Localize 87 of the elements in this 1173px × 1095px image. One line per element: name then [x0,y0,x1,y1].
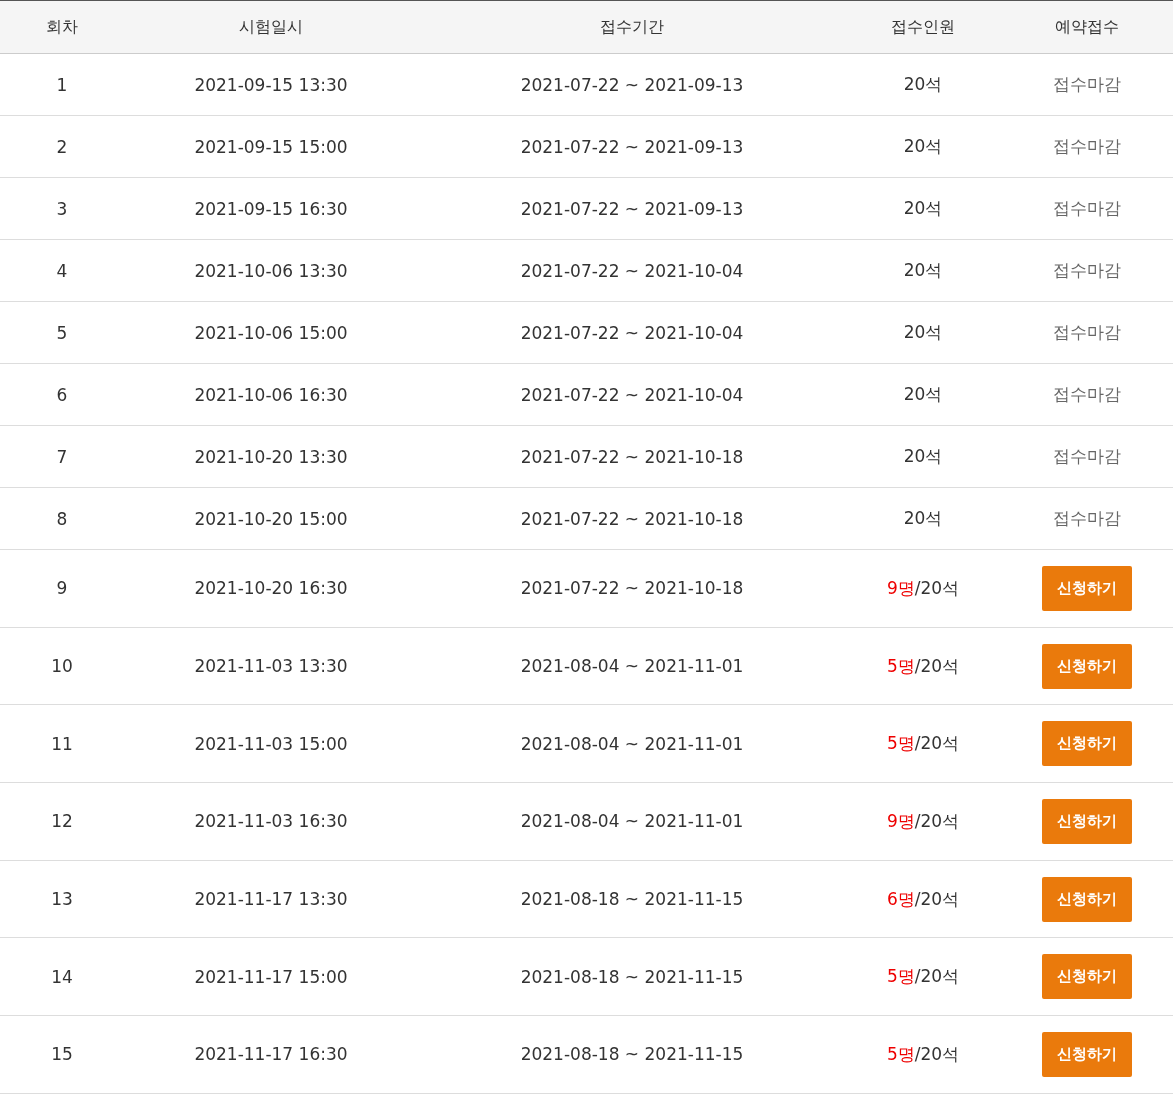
applicant-count: 6명 [886,887,915,911]
exam-datetime: 2021-10-06 13:30 [194,260,348,281]
application-period: 2021-07-22 ~ 2021-10-18 [520,446,744,467]
seat-capacity: 20석 [903,197,943,220]
application-period: 2021-08-18 ~ 2021-11-15 [520,889,744,910]
round-number: 10 [51,656,73,677]
exam-datetime: 2021-11-03 13:30 [194,656,348,677]
round-number: 4 [56,260,68,281]
application-period: 2021-08-04 ~ 2021-11-01 [520,656,744,677]
round-number: 14 [51,966,73,987]
applicant-count: 9명 [886,576,915,600]
round-number: 5 [56,322,68,343]
applicant-count: 5명 [886,965,915,989]
apply-button[interactable]: 신청하기 [1041,1031,1132,1077]
exam-datetime: 2021-11-03 15:00 [194,733,348,754]
applicant-count: 5명 [886,654,915,678]
application-period: 2021-07-22 ~ 2021-10-04 [520,260,744,281]
seat-capacity: /20석 [914,887,960,911]
round-number: 6 [56,384,68,405]
application-period: 2021-07-22 ~ 2021-09-13 [520,136,744,157]
exam-datetime: 2021-10-20 15:00 [194,508,348,529]
apply-button[interactable]: 신청하기 [1041,798,1132,844]
apply-button[interactable]: 신청하기 [1041,721,1132,767]
round-number: 3 [56,198,68,219]
closed-status: 접수마감 [1052,321,1121,344]
closed-status: 접수마감 [1052,445,1121,468]
application-period: 2021-08-04 ~ 2021-11-01 [520,811,744,832]
round-number: 2 [56,136,68,157]
round-number: 13 [51,889,73,910]
exam-datetime: 2021-10-06 15:00 [194,322,348,343]
column-header: 예약접수 [1053,15,1120,38]
exam-datetime: 2021-10-20 16:30 [194,578,348,599]
exam-datetime: 2021-11-17 13:30 [194,889,348,910]
applicant-count: 5명 [886,1042,915,1066]
seat-capacity: 20석 [903,321,943,344]
seat-capacity: /20석 [914,1042,960,1066]
closed-status: 접수마감 [1052,135,1121,158]
closed-status: 접수마감 [1052,197,1121,220]
exam-datetime: 2021-11-03 16:30 [194,811,348,832]
exam-datetime: 2021-11-17 15:00 [194,966,348,987]
seat-capacity: 20석 [903,259,943,282]
seat-capacity: /20석 [914,965,960,989]
apply-button[interactable]: 신청하기 [1041,876,1132,922]
apply-button[interactable]: 신청하기 [1041,565,1132,611]
apply-button[interactable]: 신청하기 [1041,643,1132,689]
exam-datetime: 2021-11-17 16:30 [194,1044,348,1065]
round-number: 15 [51,1044,73,1065]
column-header: 접수인원 [890,15,956,38]
closed-status: 접수마감 [1052,507,1121,530]
round-number: 1 [56,74,68,95]
round-number: 8 [56,508,68,529]
exam-datetime: 2021-10-06 16:30 [194,384,348,405]
seat-capacity: 20석 [903,383,943,406]
closed-status: 접수마감 [1052,73,1121,96]
seat-capacity: 20석 [903,73,943,96]
seat-capacity: /20석 [914,732,960,756]
seat-capacity: 20석 [903,135,943,158]
application-period: 2021-08-18 ~ 2021-11-15 [520,1044,744,1065]
column-header: 시험일시 [238,15,304,38]
applicant-count: 9명 [886,809,915,833]
seat-capacity: /20석 [914,654,960,678]
application-period: 2021-08-04 ~ 2021-11-01 [520,733,744,754]
exam-datetime: 2021-09-15 16:30 [194,198,348,219]
round-number: 11 [51,733,73,754]
exam-datetime: 2021-09-15 13:30 [194,74,348,95]
application-period: 2021-07-22 ~ 2021-10-04 [520,384,744,405]
application-period: 2021-07-22 ~ 2021-09-13 [520,198,744,219]
application-period: 2021-08-18 ~ 2021-11-15 [520,966,744,987]
closed-status: 접수마감 [1052,383,1121,406]
application-period: 2021-07-22 ~ 2021-10-18 [520,578,744,599]
application-period: 2021-07-22 ~ 2021-09-13 [520,74,744,95]
seat-capacity: 20석 [903,445,943,468]
apply-button[interactable]: 신청하기 [1041,954,1132,1000]
round-number: 12 [51,811,73,832]
round-number: 9 [56,578,68,599]
seat-capacity: 20석 [903,507,943,530]
seat-capacity: /20석 [914,576,960,600]
exam-datetime: 2021-09-15 15:00 [194,136,348,157]
application-period: 2021-07-22 ~ 2021-10-18 [520,508,744,529]
applicant-count: 5명 [886,732,915,756]
closed-status: 접수마감 [1052,259,1121,282]
application-period: 2021-07-22 ~ 2021-10-04 [520,322,744,343]
column-header: 회차 [45,15,79,38]
column-header: 접수기간 [599,15,665,38]
round-number: 7 [56,446,68,467]
exam-datetime: 2021-10-20 13:30 [194,446,348,467]
seat-capacity: /20석 [914,809,960,833]
